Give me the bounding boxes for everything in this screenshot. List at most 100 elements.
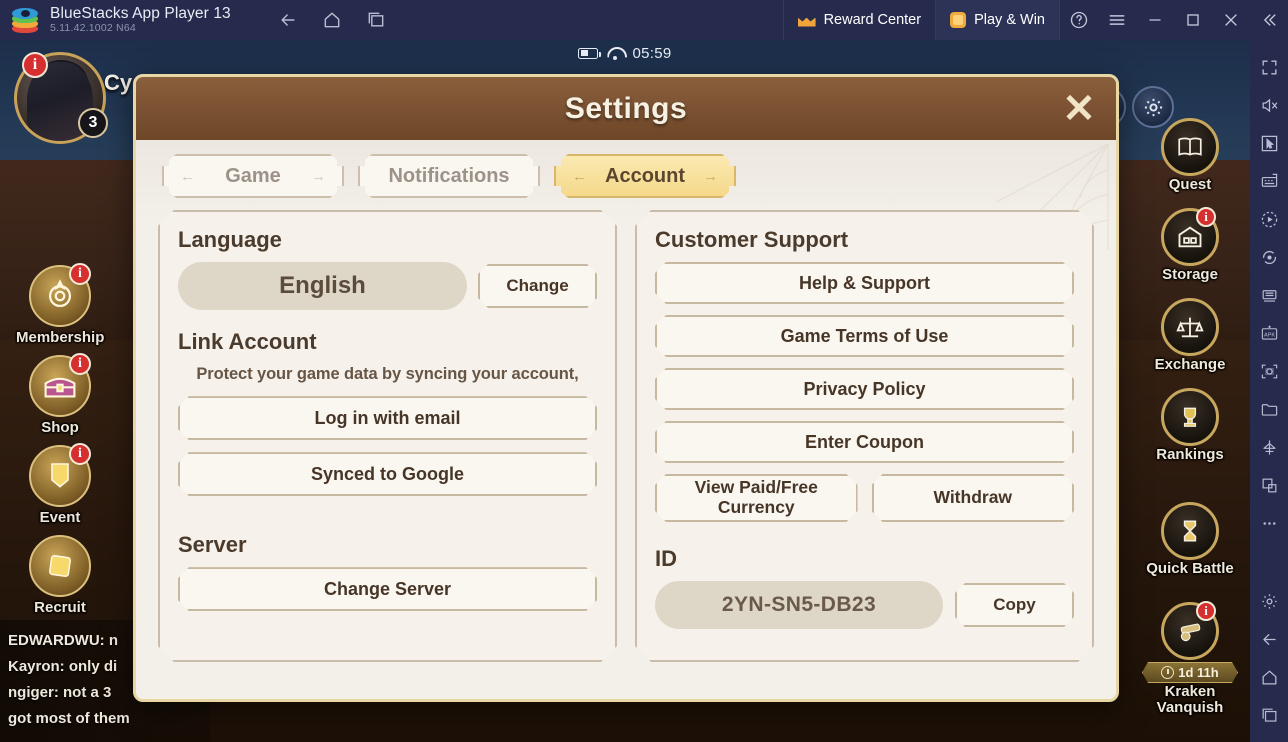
close-icon[interactable]: ✕: [1058, 88, 1100, 130]
link-account-note: Protect your game data by syncing your a…: [196, 365, 579, 383]
right-nav-item-quick-battle[interactable]: Quick Battle: [1140, 502, 1240, 577]
rotate-icon[interactable]: [1250, 238, 1288, 276]
mute-icon[interactable]: [1250, 86, 1288, 124]
media-folder-icon[interactable]: [1250, 390, 1288, 428]
synced-to-google-button[interactable]: Synced to Google: [178, 452, 597, 496]
enter-coupon-button[interactable]: Enter Coupon: [655, 421, 1074, 463]
right-nav-item-exchange[interactable]: Exchange: [1140, 298, 1240, 373]
svg-text:APK: APK: [1263, 332, 1274, 338]
right-nav-item-quest[interactable]: Quest: [1140, 118, 1240, 193]
settings-body: ← Game → Notifications ← Account → Langu…: [136, 140, 1116, 699]
book-icon: [1161, 118, 1219, 176]
avatar-alert-badge: i: [22, 52, 48, 78]
bluestacks-titlebar: BlueStacks App Player 13 5.11.42.1002 N6…: [0, 0, 1288, 40]
tab-label: Account: [605, 164, 685, 187]
change-server-button[interactable]: Change Server: [178, 567, 597, 611]
windows-icon[interactable]: [359, 3, 393, 37]
settings-gear-icon[interactable]: [1250, 582, 1288, 620]
maximize-icon[interactable]: [1174, 0, 1212, 40]
recents-icon[interactable]: [1250, 696, 1288, 734]
timer-value: 1d 11h: [1178, 665, 1219, 680]
player-name: Cy: [104, 70, 133, 95]
copy-id-button[interactable]: Copy: [955, 583, 1074, 627]
view-paid-free-currency-button[interactable]: View Paid/Free Currency: [655, 474, 858, 522]
settings-panes: Language English Change Link Account Pro…: [150, 210, 1102, 662]
reward-center-button[interactable]: Reward Center: [782, 0, 936, 40]
play-and-win-label: Play & Win: [974, 12, 1045, 28]
right-nav-label: Storage: [1162, 266, 1218, 283]
hourglass-icon: [1161, 502, 1219, 560]
badge-alert: i: [69, 263, 91, 285]
question-circle-icon[interactable]: [1060, 0, 1098, 40]
screenshot-icon[interactable]: [1250, 352, 1288, 390]
privacy-policy-button[interactable]: Privacy Policy: [655, 368, 1074, 410]
wifi-icon: [607, 47, 623, 60]
tab-label: Notifications: [388, 164, 510, 187]
account-left-panel: Language English Change Link Account Pro…: [158, 210, 617, 662]
language-row: English Change: [178, 262, 597, 310]
right-nav-item-storage[interactable]: i Storage: [1140, 207, 1240, 283]
event-banner-icon: i: [29, 443, 91, 507]
badge-alert: i: [1196, 601, 1216, 621]
game-terms-of-use-button[interactable]: Game Terms of Use: [655, 315, 1074, 357]
left-nav-label: Shop: [41, 419, 79, 436]
language-value: English: [178, 262, 467, 310]
minimize-icon[interactable]: [1136, 0, 1174, 40]
recruit-scroll-icon: [29, 535, 91, 597]
more-icon[interactable]: [1250, 504, 1288, 542]
left-nav-item-membership[interactable]: i Membership: [16, 263, 105, 346]
player-avatar[interactable]: i 3: [14, 52, 108, 144]
tab-game[interactable]: ← Game →: [162, 154, 344, 198]
back-arrow-icon[interactable]: [1250, 620, 1288, 658]
cannon-icon: i: [1161, 601, 1219, 660]
section-title-language: Language: [178, 227, 282, 252]
change-language-button[interactable]: Change: [478, 264, 597, 308]
app-title-block: BlueStacks App Player 13 5.11.42.1002 N6…: [50, 5, 231, 35]
player-id-value: 2YN-SN5-DB23: [655, 581, 943, 629]
play-and-win-button[interactable]: Play & Win: [935, 0, 1060, 40]
hamburger-icon[interactable]: [1098, 0, 1136, 40]
tab-account[interactable]: ← Account →: [554, 154, 736, 198]
fullscreen-icon[interactable]: [1250, 48, 1288, 86]
left-nav-item-recruit[interactable]: Recruit: [16, 535, 104, 616]
login-with-email-button[interactable]: Log in with email: [178, 396, 597, 440]
close-icon[interactable]: [1212, 0, 1250, 40]
left-nav-item-shop[interactable]: i Shop: [16, 353, 104, 436]
right-nav-item-kraken-vanquish[interactable]: i 1d 11h Kraken Vanquish: [1140, 601, 1240, 716]
gem-icon: [950, 12, 967, 28]
settings-header: Settings ✕: [136, 77, 1116, 140]
keyboard-controls-icon[interactable]: [1250, 162, 1288, 200]
medal-icon: i: [29, 263, 91, 327]
right-nav-label: Exchange: [1154, 356, 1226, 373]
section-title-link-account: Link Account: [178, 329, 317, 354]
right-nav-label: Kraken Vanquish: [1156, 683, 1224, 716]
copy-icon[interactable]: [1250, 466, 1288, 504]
home-icon[interactable]: [315, 3, 349, 37]
macro-record-icon[interactable]: [1250, 200, 1288, 238]
left-nav-label: Membership: [16, 329, 105, 346]
install-apk-icon[interactable]: APK: [1250, 314, 1288, 352]
app-version: 5.11.42.1002 N64: [50, 22, 136, 35]
battery-icon: [578, 47, 602, 59]
right-nav-item-rankings[interactable]: Rankings: [1140, 388, 1240, 463]
currency-buttons-row: View Paid/Free Currency Withdraw: [655, 474, 1074, 522]
badge-alert: i: [69, 353, 91, 375]
multi-instance-sync-icon[interactable]: [1250, 276, 1288, 314]
avatar-level-badge: 3: [78, 108, 108, 138]
kraken-timer: 1d 11h: [1142, 662, 1238, 683]
eco-mode-icon[interactable]: [1250, 428, 1288, 466]
left-nav-label: Recruit: [34, 599, 86, 616]
status-clock: 05:59: [632, 44, 672, 62]
bluestacks-toolbar: APK: [1250, 40, 1288, 742]
trophy-icon: [1161, 388, 1219, 446]
double-chevron-left-icon[interactable]: [1250, 0, 1288, 40]
withdraw-button[interactable]: Withdraw: [872, 474, 1075, 522]
left-nav-item-event[interactable]: i Event: [16, 443, 104, 526]
help-and-support-button[interactable]: Help & Support: [655, 262, 1074, 304]
titlebar-right-group: Reward Center Play & Win: [782, 0, 1288, 40]
home-icon[interactable]: [1250, 658, 1288, 696]
arrow-left-icon[interactable]: [271, 3, 305, 37]
warehouse-icon: i: [1161, 207, 1219, 266]
cursor-icon[interactable]: [1250, 124, 1288, 162]
tab-notifications[interactable]: Notifications: [358, 154, 540, 198]
